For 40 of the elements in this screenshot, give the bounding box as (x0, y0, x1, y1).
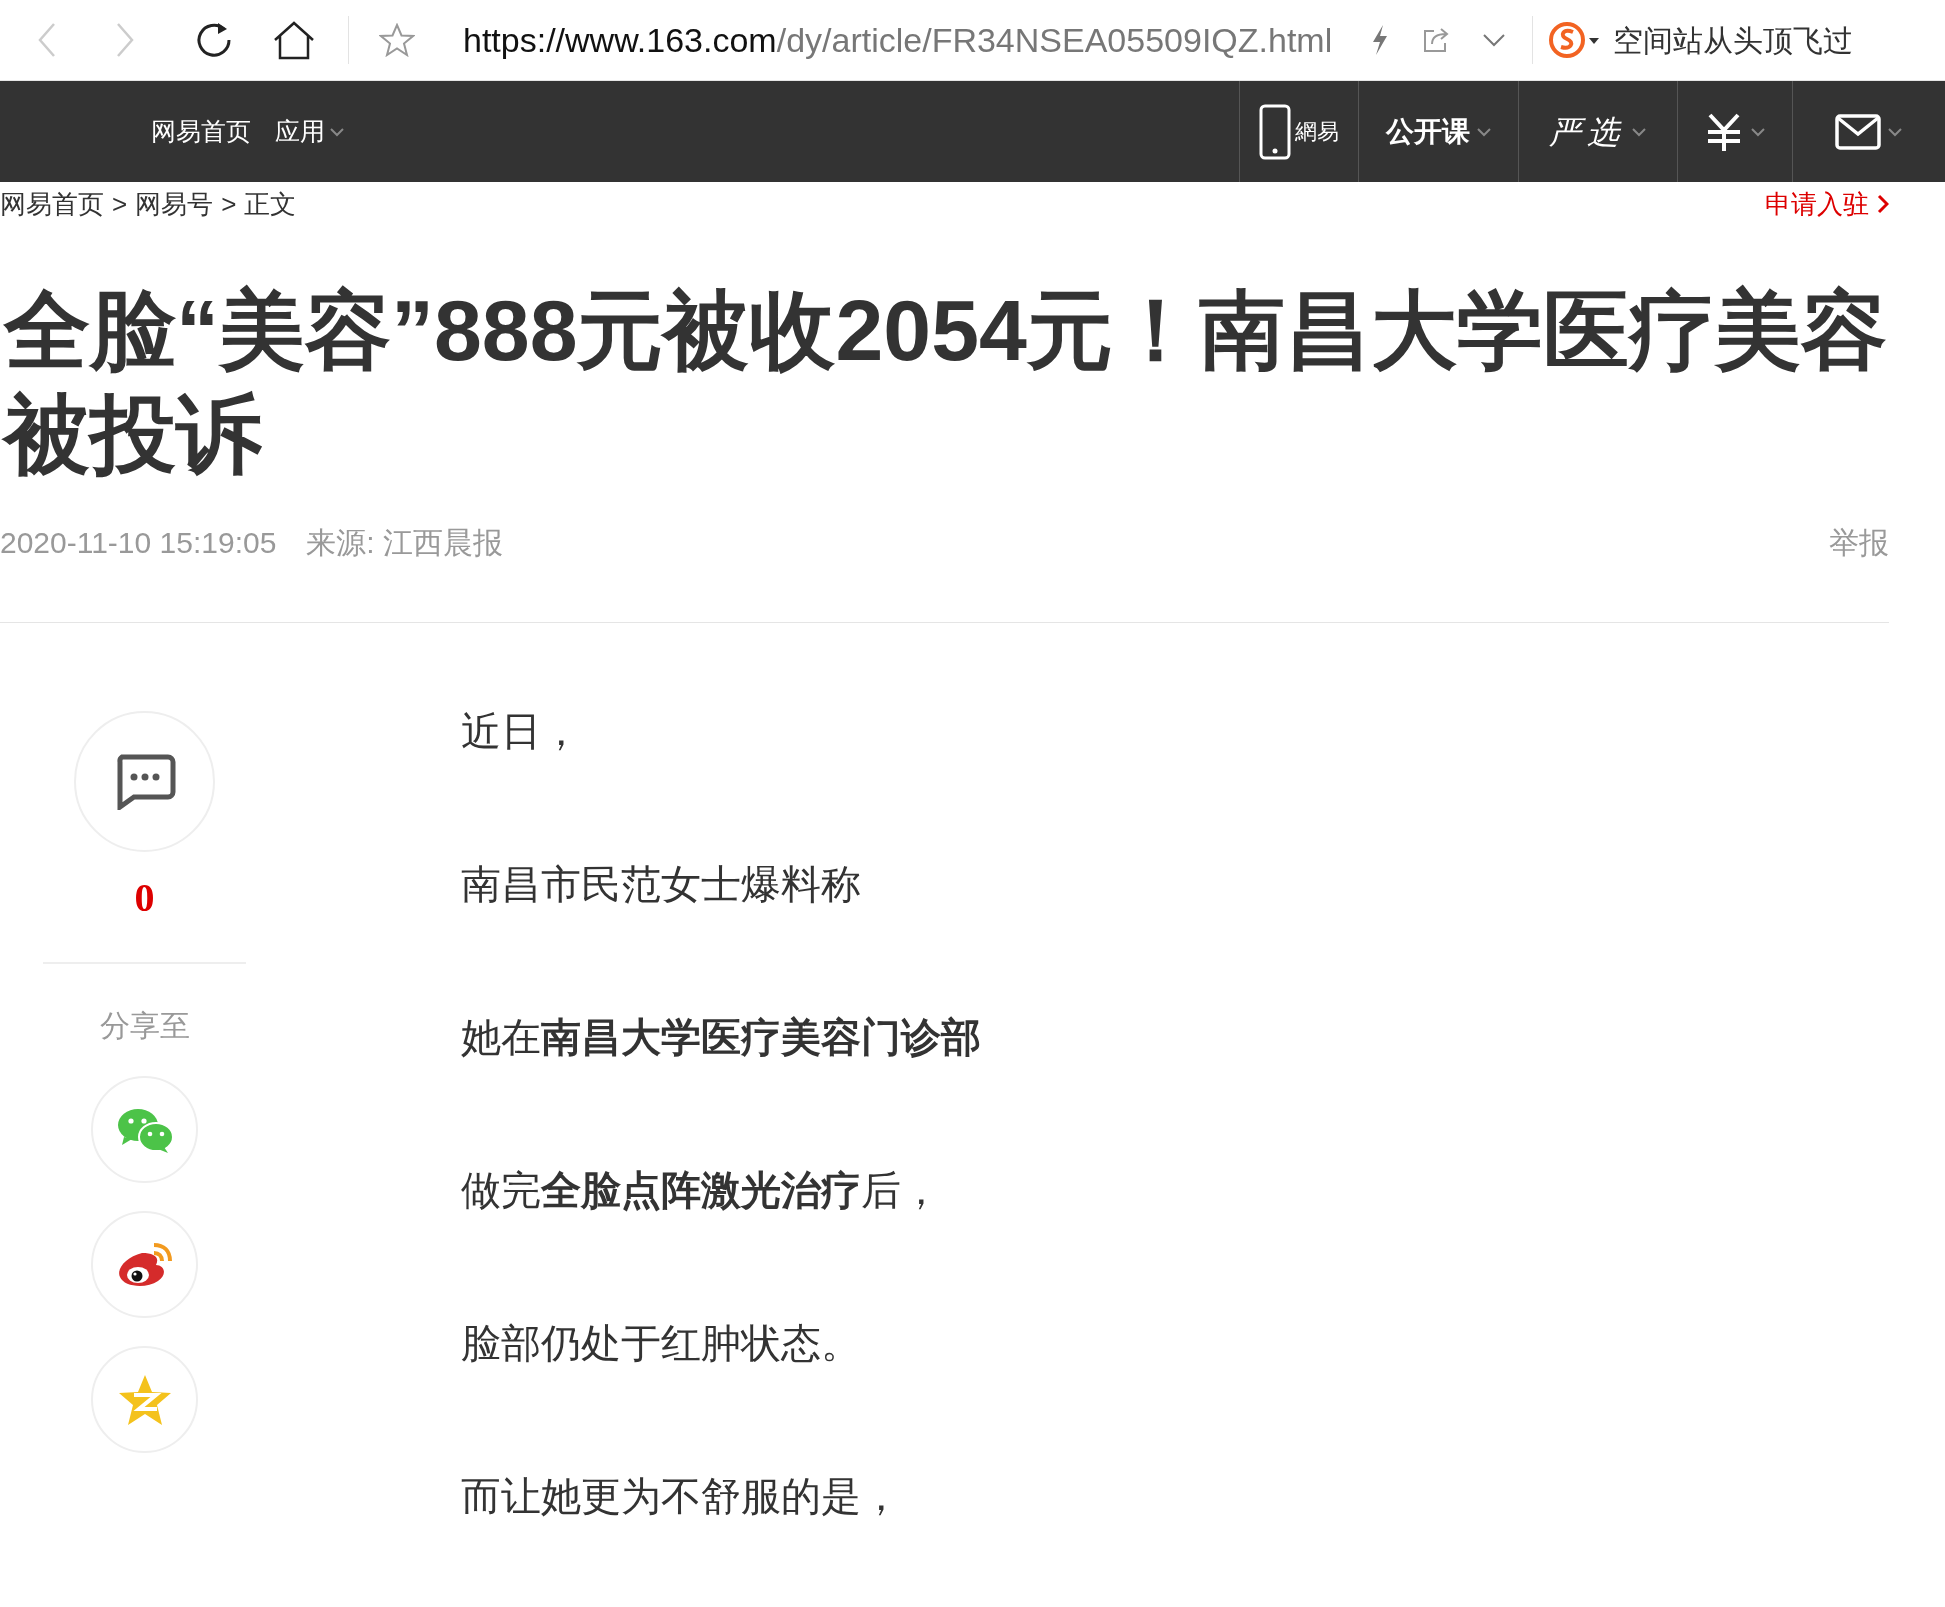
nav-link[interactable]: 严选 (1549, 107, 1625, 156)
netease-app-logo[interactable]: 網易 (1259, 103, 1339, 160)
nav-link[interactable]: 应用 (275, 112, 345, 151)
star-icon[interactable] (379, 23, 415, 57)
search-engine-icon[interactable] (1549, 20, 1602, 60)
article-paragraph: 脸部仍处于红肿状态。 (461, 1320, 862, 1366)
article-source: 来源: 江西晨报 (306, 524, 503, 561)
article-paragraph: 做完全脸点阵激光治疗后， (461, 1167, 942, 1213)
chat-bubbles-icon (115, 1106, 174, 1153)
home-icon[interactable] (272, 20, 316, 60)
address-field[interactable]: https://www.163.com/dy/article/FR34NSEA05509IQZ.html (463, 14, 1333, 66)
caret-icon[interactable] (1475, 126, 1492, 137)
publish-time: 2020-11-10 15:19:05 (0, 524, 277, 561)
caret-icon[interactable] (1887, 126, 1903, 137)
mail-icon[interactable] (1835, 113, 1881, 150)
breadcrumb-separator: > (221, 187, 237, 221)
weibo-share-button[interactable] (91, 1211, 198, 1318)
search-field[interactable]: 空间站从头顶飞过 (1613, 17, 1854, 63)
breadcrumb-separator: > (112, 187, 128, 221)
breadcrumb-link[interactable]: 网易首页 (0, 184, 104, 224)
breadcrumb-current[interactable]: 正文 (244, 184, 297, 224)
article-paragraph: 近日， (461, 708, 582, 754)
comment-button[interactable] (74, 711, 215, 852)
article-paragraph: 南昌市民范女士爆料称 (461, 861, 862, 907)
nav-link[interactable]: 网易首页 (151, 112, 251, 151)
caret-icon[interactable] (1631, 126, 1647, 137)
dropdown-icon[interactable] (1482, 33, 1507, 47)
share-label: 分享至 (99, 1008, 190, 1044)
chevron-icon[interactable] (1877, 194, 1889, 214)
caret-icon[interactable] (1750, 126, 1766, 137)
wechat-share-button[interactable] (91, 1076, 198, 1183)
share-icon[interactable] (1422, 26, 1451, 54)
article-paragraph: 她在南昌大学医疗美容门诊部 (461, 1014, 981, 1060)
breadcrumb-link[interactable]: 网易号 (135, 184, 214, 224)
apply-link[interactable]: 申请入驻 (1765, 184, 1889, 224)
caret-icon[interactable] (329, 126, 345, 137)
article-title: 全脸“美容”888元被收2054元！南昌大学医疗美容被投诉 (0, 274, 1889, 490)
article-paragraph: 而让她更为不舒服的是， (461, 1473, 902, 1519)
comment-count[interactable]: 0 (134, 874, 155, 922)
nav-link[interactable]: 公开课 (1385, 110, 1470, 153)
